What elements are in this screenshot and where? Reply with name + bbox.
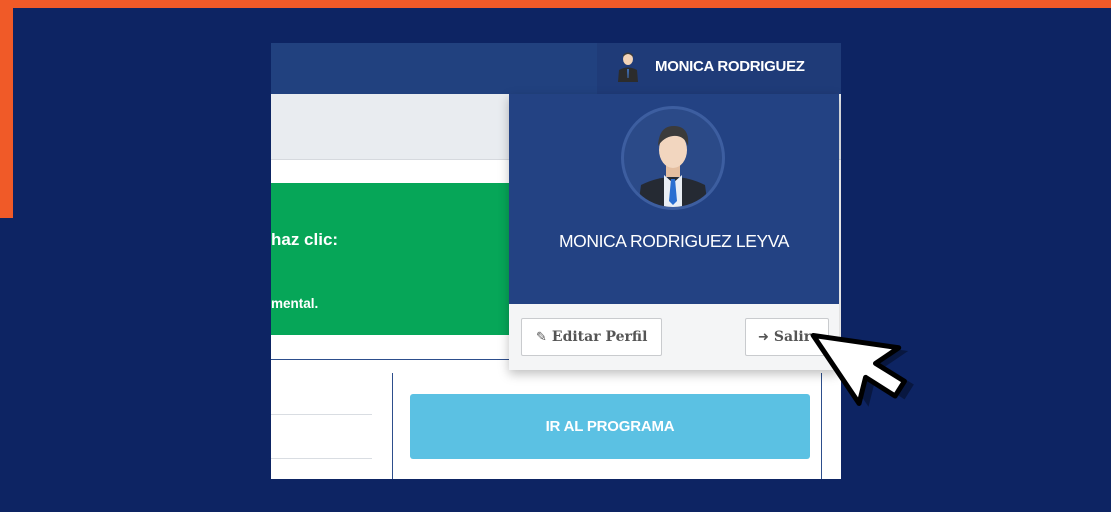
logout-label: Salir: [773, 329, 812, 345]
orange-frame-left: [0, 0, 13, 218]
divider: [392, 373, 393, 479]
user-avatar-icon: [618, 52, 638, 82]
left-list: [271, 371, 372, 459]
sign-in-icon: ➜: [758, 329, 769, 345]
edit-icon: ✎: [536, 329, 547, 345]
go-to-program-button[interactable]: IR AL PROGRAMA: [410, 394, 810, 459]
top-navbar: MONICA RODRIGUEZ: [271, 43, 841, 94]
user-avatar-icon: [638, 125, 708, 207]
banner-text-1: haz clic:: [271, 230, 339, 249]
user-card-header: MONICA RODRIGUEZ LEYVA: [509, 94, 839, 304]
user-dropdown: MONICA RODRIGUEZ LEYVA ✎ Editar Perfil ➜…: [509, 94, 839, 370]
orange-frame-top: [0, 0, 1111, 8]
edit-profile-label: Editar Perfil: [551, 329, 648, 345]
list-item: [271, 415, 372, 459]
banner-text-2: mental.: [271, 296, 319, 311]
avatar: [621, 106, 725, 210]
pointer-cursor-icon: [810, 332, 914, 407]
user-name: MONICA RODRIGUEZ: [655, 58, 805, 75]
list-item: [271, 371, 372, 415]
app-window: MONICA RODRIGUEZ haz clic: mental. IR AL…: [271, 43, 841, 479]
edit-profile-button[interactable]: ✎ Editar Perfil: [521, 318, 662, 356]
user-menu-toggle[interactable]: MONICA RODRIGUEZ: [597, 43, 841, 94]
user-full-name: MONICA RODRIGUEZ LEYVA: [558, 231, 790, 251]
